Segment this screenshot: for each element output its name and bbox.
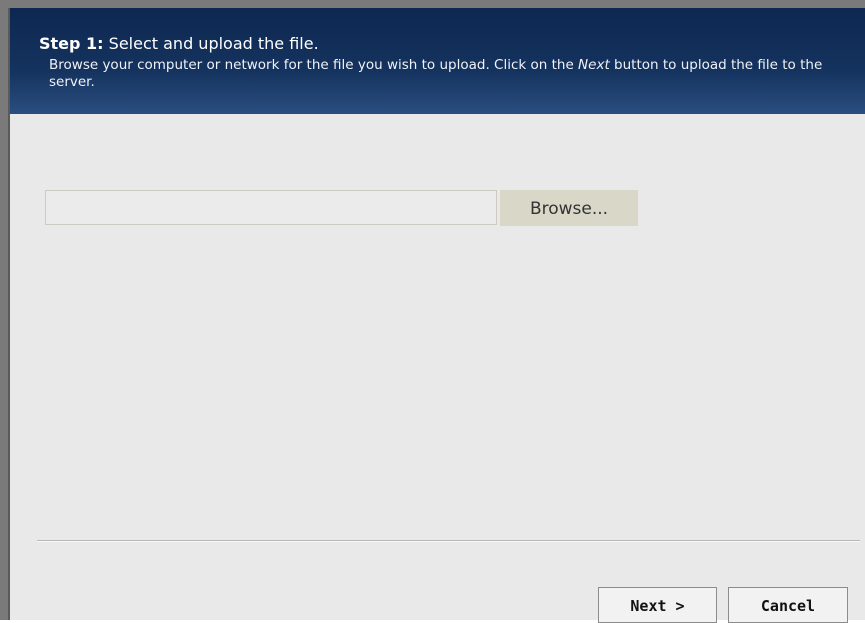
upload-dialog: Step 1: Select and upload the file. Brow… <box>8 8 865 623</box>
file-path-input[interactable] <box>45 190 497 225</box>
browse-button[interactable]: Browse... <box>500 190 638 226</box>
step-number: Step 1: <box>39 34 104 53</box>
next-button[interactable]: Next > <box>598 587 717 623</box>
description-text-start: Browse your computer or network for the … <box>49 57 579 73</box>
dialog-header: Step 1: Select and upload the file. Brow… <box>10 8 865 114</box>
window-frame: Step 1: Select and upload the file. Brow… <box>0 0 865 623</box>
footer-divider <box>37 540 860 542</box>
step-description: Browse your computer or network for the … <box>49 57 829 91</box>
cancel-button[interactable]: Cancel <box>728 587 848 623</box>
step-title: Select and upload the file. <box>108 34 319 53</box>
description-next-emphasis: Next <box>578 57 610 73</box>
step-heading: Step 1: Select and upload the file. <box>39 34 855 54</box>
